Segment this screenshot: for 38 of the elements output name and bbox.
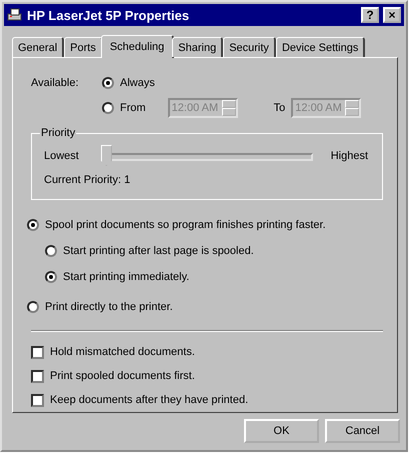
current-priority: Current Priority: 1	[44, 174, 130, 186]
slider-track[interactable]	[100, 145, 313, 167]
help-button[interactable]: ?	[361, 7, 379, 23]
radio-label: Start printing after last page is spooled.	[63, 245, 254, 257]
radio-button[interactable]	[27, 219, 39, 231]
tab[interactable]: Ports	[64, 37, 103, 57]
radio-button[interactable]	[45, 271, 57, 283]
radio-button[interactable]	[102, 77, 114, 89]
ok-button[interactable]: OK	[244, 419, 319, 443]
tab[interactable]: Security	[223, 37, 276, 57]
lowest-label: Lowest	[44, 150, 79, 162]
close-button[interactable]: ×	[383, 7, 401, 23]
checkbox[interactable]	[31, 370, 44, 382]
radio-button[interactable]	[45, 245, 57, 257]
slider-thumb[interactable]	[100, 145, 112, 166]
group-title: Priority	[40, 127, 76, 139]
checkbox-label: Hold mismatched documents.	[50, 346, 195, 358]
radio-label: Always	[120, 77, 155, 89]
printer-icon	[7, 8, 23, 22]
radio-button[interactable]	[102, 102, 114, 114]
radio-label: From	[120, 102, 146, 114]
tab[interactable]: Device Settings	[276, 37, 366, 57]
checkbox[interactable]	[31, 346, 44, 358]
radio-label: Print directly to the printer.	[45, 301, 173, 313]
to-label: To	[274, 102, 286, 114]
checkbox-label: Keep documents after they have printed.	[50, 394, 248, 406]
available-label: Available:	[31, 77, 80, 89]
tab[interactable]: Scheduling	[100, 35, 174, 58]
tab[interactable]: Sharing	[172, 37, 224, 57]
highest-label: Highest	[330, 150, 368, 162]
radio-label: Start printing immediately.	[63, 271, 190, 283]
checkbox[interactable]	[31, 394, 44, 406]
checkbox-label: Print spooled documents first.	[50, 370, 195, 382]
tab[interactable]: General	[12, 37, 64, 57]
window-title: HP LaserJet 5P Properties	[27, 8, 190, 22]
radio-button[interactable]	[27, 301, 39, 313]
radio-label: Spool print documents so program finishes printing faster.	[45, 219, 326, 231]
cancel-button[interactable]: Cancel	[325, 419, 400, 443]
